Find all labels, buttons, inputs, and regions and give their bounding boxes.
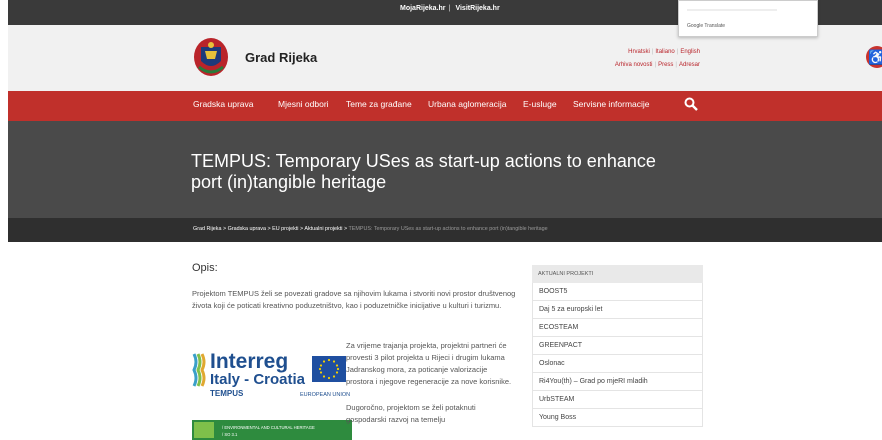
sidebar-item-greenpact[interactable]: GREENPACT (532, 337, 703, 355)
breadcrumb-sep: > (343, 226, 348, 232)
sidebar-item-daj-5[interactable]: Daj 5 za europski let (532, 301, 703, 319)
sidebar-item-ecosteam[interactable]: ECOSTEAM (532, 319, 703, 337)
breadcrumb-aktualni-projekti[interactable]: Aktualni projekti (304, 226, 342, 232)
sidebar-item-urbsteam[interactable]: UrbSTEAM (532, 391, 703, 409)
heritage-strip-text-2: / SO 3.1 (222, 432, 238, 437)
sidebar-heading: AKTUALNI PROJEKTI (532, 265, 703, 283)
description-paragraph-2: Za vrijeme trajanja projekta, projektni … (346, 341, 512, 386)
italy-croatia-text: Italy - Croatia (210, 371, 306, 388)
visitrijeka-link[interactable]: VisitRijeka.hr (455, 5, 499, 12)
page-title: TEMPUS: Temporary USes as start-up actio… (191, 151, 656, 192)
main-nav: Gradska uprava Mjesni odbori Teme za gra… (8, 91, 882, 121)
mojarijeka-link[interactable]: MojaRijeka.hr (400, 5, 446, 12)
breadcrumb: Grad Rijeka > Gradska uprava > EU projek… (8, 218, 882, 242)
description-paragraph-3: Dugoročno, projektom se želi potaknuti g… (346, 403, 476, 424)
main-content: Opis: Projektom TEMPUS želi se povezati … (192, 262, 522, 440)
nav-mjesni-odbori[interactable]: Mjesni odbori (278, 99, 329, 109)
site-title[interactable]: Grad Rijeka (245, 50, 317, 65)
breadcrumb-eu-projekti[interactable]: EU projekti (272, 226, 298, 232)
sidebar-item-young-boss[interactable]: Young Boss (532, 409, 703, 427)
separator: | (654, 62, 657, 68)
breadcrumb-grad-rijeka[interactable]: Grad Rijeka (193, 226, 221, 232)
tempus-text: TEMPUS (210, 389, 244, 398)
language-links: Hrvatski | Italiano | English Arhiva novosti… (615, 46, 700, 72)
separator: | (651, 49, 654, 55)
breadcrumb-sep: > (222, 226, 227, 232)
search-icon[interactable] (684, 97, 698, 111)
heritage-strip-text: / ENVIRONMENTAL AND CULTURAL HERITAGE (222, 425, 315, 430)
breadcrumb-current: TEMPUS: Temporary USes as start-up actio… (348, 226, 548, 232)
nav-servisne-informacije[interactable]: Servisne informacije (573, 99, 650, 109)
breadcrumb-sep: > (267, 226, 271, 232)
translate-progress (687, 9, 777, 11)
sidebar-projects: AKTUALNI PROJEKTI BOOST5 Daj 5 za europs… (532, 265, 703, 427)
interreg-text: Interreg (210, 350, 288, 373)
interreg-tempus-logo-image: Interreg Italy - Croatia TEMPUS EUROPEAN… (192, 350, 352, 440)
heritage-strip (192, 420, 352, 440)
separator: | (675, 62, 677, 68)
separator: | (676, 49, 679, 55)
accessibility-icon[interactable]: ♿ (866, 46, 882, 68)
sidebar-item-oslonac[interactable]: Oslonac (532, 355, 703, 373)
nav-e-usluge[interactable]: E-usluge (523, 99, 557, 109)
separator: | (448, 5, 451, 12)
city-coat-of-arms-logo[interactable] (193, 37, 229, 77)
press-link[interactable]: Press (658, 62, 673, 68)
lang-italiano[interactable]: Italiano (655, 49, 674, 55)
european-union-text: EUROPEAN UNION (300, 392, 350, 398)
description-paragraph-1: Projektom TEMPUS želi se povezati gradov… (192, 289, 516, 310)
breadcrumb-sep: > (300, 226, 304, 232)
top-links: MojaRijeka.hr | VisitRijeka.hr (400, 5, 503, 12)
breadcrumb-gradska-uprava[interactable]: Gradska uprava (228, 226, 266, 232)
sidebar-item-ri4youth[interactable]: Ri4You(th) – Grad po mjeRI mladih (532, 373, 703, 391)
google-translate-label: Google Translate (687, 23, 726, 29)
google-translate-popup[interactable]: Google Translate (678, 0, 818, 37)
description-heading: Opis: (192, 262, 218, 274)
nav-teme-za-gradane[interactable]: Teme za građane (346, 99, 412, 109)
adresar-link[interactable]: Adresar (679, 62, 700, 68)
lang-hrvatski[interactable]: Hrvatski (628, 49, 650, 55)
nav-gradska-uprava[interactable]: Gradska uprava (193, 99, 253, 109)
nav-urbana-aglomeracija[interactable]: Urbana aglomeracija (428, 99, 506, 109)
archive-link[interactable]: Arhiva novosti (615, 62, 653, 68)
sidebar-item-boost5[interactable]: BOOST5 (532, 283, 703, 301)
lang-english[interactable]: English (680, 49, 700, 55)
page-hero: TEMPUS: Temporary USes as start-up actio… (8, 121, 882, 218)
